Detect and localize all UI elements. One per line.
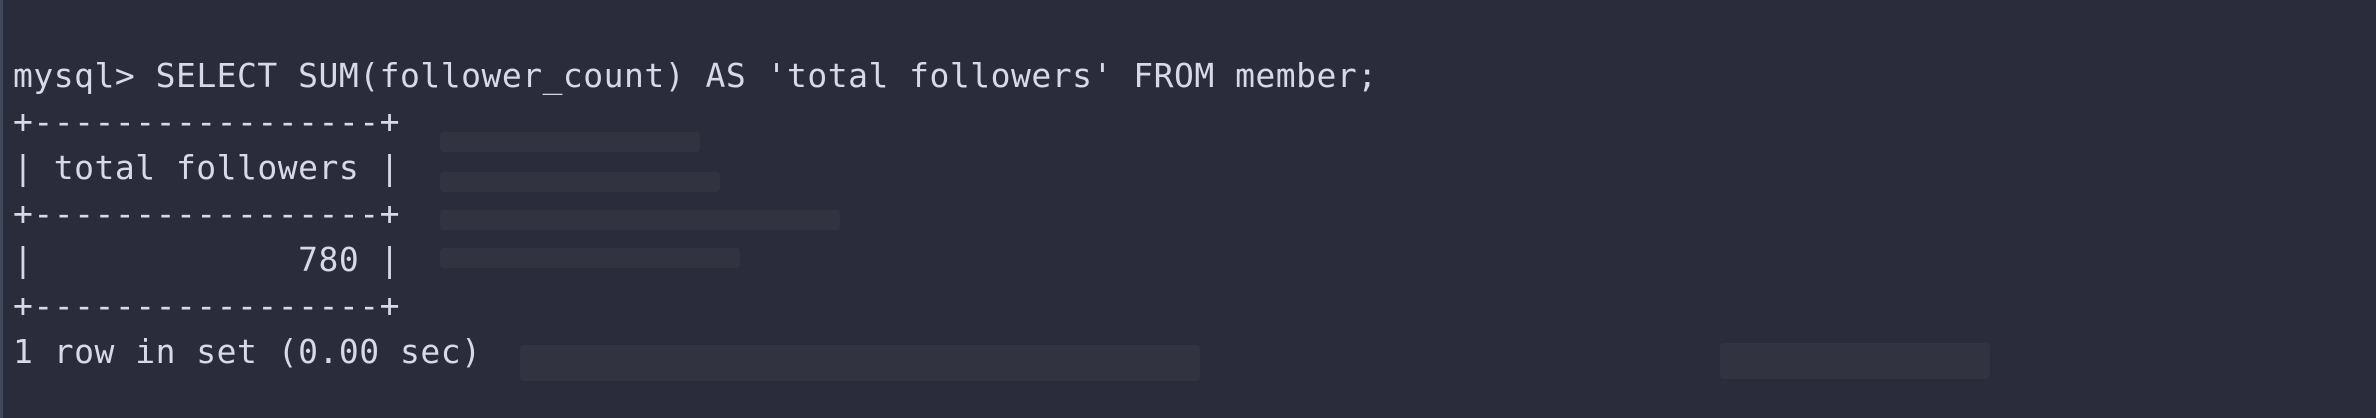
terminal-output: mysql> SELECT SUM(follower_count) AS 'to… [13,53,1378,375]
window-edge [0,0,3,418]
result-summary: 1 row in set (0.00 sec) [13,332,482,371]
mysql-prompt: mysql> [13,56,156,95]
terminal-window[interactable]: mysql> SELECT SUM(follower_count) AS 'to… [0,0,2376,418]
table-border-middle: +-----------------+ [13,194,400,233]
table-header-row: | total followers | [13,148,400,187]
table-value-row: | 780 | [13,240,400,279]
table-border-bottom: +-----------------+ [13,286,400,325]
sql-command: SELECT SUM(follower_count) AS 'total fol… [155,56,1378,95]
background-blur [1720,343,1990,379]
table-border-top: +-----------------+ [13,102,400,141]
command-line: mysql> SELECT SUM(follower_count) AS 'to… [13,53,1378,99]
